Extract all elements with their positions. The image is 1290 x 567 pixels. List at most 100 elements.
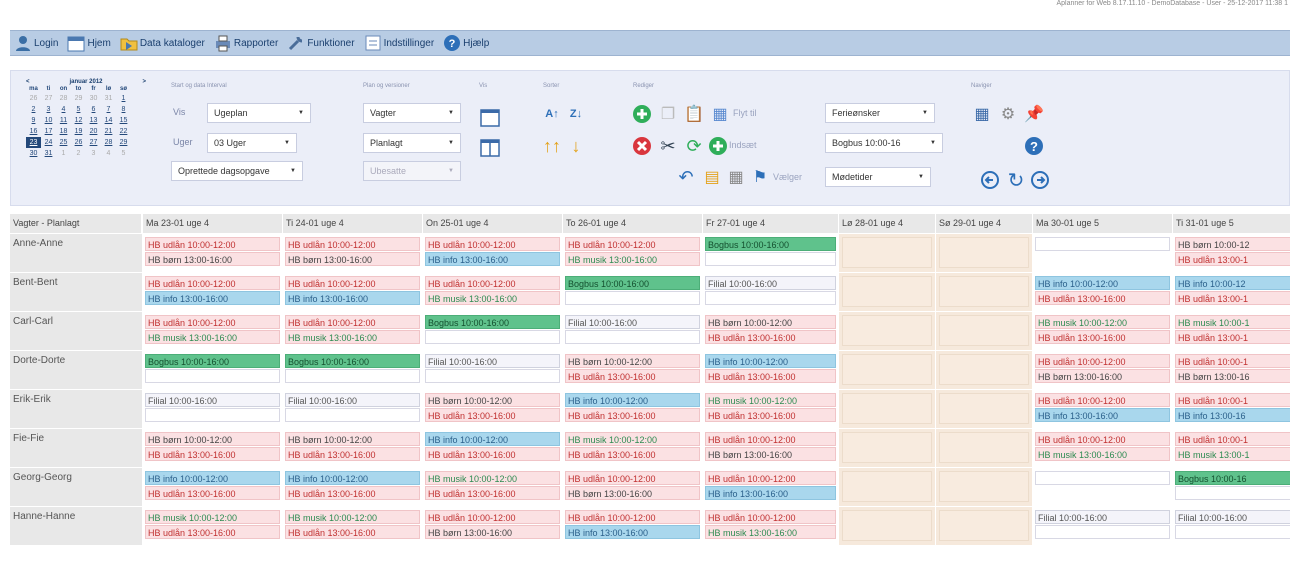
calendar-day[interactable]: 31 xyxy=(41,148,56,159)
day-header[interactable]: On 25-01 uge 4 xyxy=(423,214,563,233)
calendar-day[interactable]: 16 xyxy=(26,126,41,137)
schedule-cell[interactable]: Bogbus 10:00-16:00 xyxy=(563,273,702,312)
ferie-select[interactable]: Ferieønsker ▼ xyxy=(825,103,935,123)
schedule-cell[interactable]: HB info 10:00-12:00 HB udlån 13:00-16:00 xyxy=(563,390,702,429)
menu-item-login[interactable]: Login xyxy=(12,32,62,54)
shift-entry[interactable]: HB udlån 10:00-1 xyxy=(1175,393,1290,407)
calendar-day[interactable]: 29 xyxy=(116,137,131,148)
shift-entry[interactable]: Bogbus 10:00-16:00 xyxy=(145,354,280,368)
shift-entry[interactable]: HB børn 10:00-12:00 xyxy=(145,432,280,446)
menu-item-hjælp[interactable]: ? Hjælp xyxy=(441,32,493,54)
shift-entry[interactable]: HB udlån 13:00-16:00 xyxy=(145,525,280,539)
schedule-cell[interactable] xyxy=(839,468,935,507)
shift-entry[interactable]: HB udlån 10:00-12:00 xyxy=(705,471,836,485)
schedule-cell[interactable] xyxy=(839,429,935,468)
shift-entry[interactable]: HB info 10:00-12:00 xyxy=(425,432,560,446)
day-header[interactable]: Ti 24-01 uge 4 xyxy=(283,214,423,233)
shift-entry[interactable]: HB udlån 10:00-12:00 xyxy=(565,510,700,524)
schedule-cell[interactable] xyxy=(839,273,935,312)
empty-slot[interactable] xyxy=(145,369,280,383)
shift-entry[interactable]: HB udlån 10:00-12:00 xyxy=(705,432,836,446)
schedule-cell[interactable]: HB udlån 10:00-12:00 HB musik 13:00-16:00 xyxy=(143,312,282,351)
schedule-cell[interactable]: HB musik 10:00-12:00 HB udlån 13:00-16:00 xyxy=(283,507,422,546)
shift-entry[interactable]: HB musik 10:00-12:00 xyxy=(425,471,560,485)
shift-entry[interactable]: HB udlån 13:00-16:00 xyxy=(425,486,560,500)
schedule-cell[interactable] xyxy=(936,390,1032,429)
schedule-cell[interactable]: HB udlån 10:00-12:00 HB info 13:00-16:00 xyxy=(143,273,282,312)
shift-entry[interactable]: Filial 10:00-16:00 xyxy=(565,315,700,329)
shift-entry[interactable]: HB info 10:00-12:00 xyxy=(565,393,700,407)
shift-entry[interactable]: HB udlån 10:00-12:00 xyxy=(1035,354,1170,368)
schedule-cell[interactable]: HB børn 10:00-12:00 HB udlån 13:00-16:00 xyxy=(563,351,702,390)
calendar-day[interactable]: 19 xyxy=(71,126,86,137)
shift-entry[interactable]: HB info 13:00-16:00 xyxy=(145,291,280,305)
shift-entry[interactable]: HB udlån 13:00-16:00 xyxy=(285,525,420,539)
calendar-day[interactable]: 8 xyxy=(116,104,131,115)
shift-entry[interactable]: HB musik 13:00-16:00 xyxy=(705,525,836,539)
shift-entry[interactable]: HB musik 10:00-12:00 xyxy=(145,510,280,524)
shift-entry[interactable]: Bogbus 10:00-16 xyxy=(1175,471,1290,485)
empty-slot[interactable] xyxy=(1175,525,1290,539)
schedule-cell[interactable]: HB udlån 10:00-1 HB musik 13:00-1 xyxy=(1173,429,1290,468)
calendar-day[interactable]: 2 xyxy=(26,104,41,115)
shift-entry[interactable]: HB børn 10:00-12:00 xyxy=(705,315,836,329)
shift-entry[interactable]: HB udlån 10:00-12:00 xyxy=(285,237,420,251)
calendar-day[interactable]: 12 xyxy=(71,115,86,126)
shift-entry[interactable]: HB musik 10:00-12:00 xyxy=(565,432,700,446)
calendar-day[interactable]: 26 xyxy=(71,137,86,148)
calendar-day[interactable]: 27 xyxy=(41,93,56,104)
shift-entry[interactable]: Filial 10:00-16:00 xyxy=(145,393,280,407)
schedule-cell[interactable] xyxy=(936,468,1032,507)
calendar-day[interactable]: 1 xyxy=(56,148,71,159)
day-header[interactable]: To 26-01 uge 4 xyxy=(563,214,703,233)
shift-entry[interactable]: HB udlån 13:00-1 xyxy=(1175,330,1290,344)
menu-item-rapporter[interactable]: Rapporter xyxy=(212,32,282,54)
schedule-cell[interactable]: HB musik 10:00-12:00 HB udlån 13:00-16:00 xyxy=(423,468,562,507)
shift-entry[interactable]: HB musik 10:00-1 xyxy=(1175,315,1290,329)
menu-item-data-kataloger[interactable]: Data kataloger xyxy=(118,32,209,54)
paste-icon[interactable]: 📋 xyxy=(683,103,705,125)
calendar-day[interactable]: 14 xyxy=(101,115,116,126)
day-header[interactable]: Ti 31-01 uge 5 xyxy=(1173,214,1290,233)
schedule-cell[interactable]: HB info 10:00-12:00 HB udlån 13:00-16:00 xyxy=(1033,273,1172,312)
calendar-day[interactable]: 3 xyxy=(86,148,101,159)
menu-item-indstillinger[interactable]: Indstillinger xyxy=(362,32,439,54)
calendar-day[interactable]: 28 xyxy=(56,93,71,104)
schedule-cell[interactable] xyxy=(839,234,935,273)
shift-entry[interactable]: HB musik 13:00-16:00 xyxy=(425,291,560,305)
shift-entry[interactable]: HB udlån 13:00-16:00 xyxy=(1035,330,1170,344)
empty-slot[interactable] xyxy=(705,252,836,266)
calendar-day[interactable]: 5 xyxy=(71,104,86,115)
schedule-cell[interactable] xyxy=(839,312,935,351)
shift-entry[interactable]: HB børn 13:00-16 xyxy=(1175,369,1290,383)
shift-entry[interactable]: HB udlån 10:00-12:00 xyxy=(425,276,560,290)
shift-entry[interactable]: HB musik 10:00-12:00 xyxy=(1035,315,1170,329)
empty-slot[interactable] xyxy=(145,408,280,422)
shift-entry[interactable]: HB udlån 13:00-16:00 xyxy=(285,486,420,500)
calendar-day[interactable]: 2 xyxy=(71,148,86,159)
shift-entry[interactable]: HB info 13:00-16:00 xyxy=(1035,408,1170,422)
shift-entry[interactable]: HB børn 10:00-12:00 xyxy=(565,354,700,368)
schedule-cell[interactable]: HB musik 10:00-1 HB udlån 13:00-1 xyxy=(1173,312,1290,351)
schedule-cell[interactable]: HB udlån 10:00-1 HB børn 13:00-16 xyxy=(1173,351,1290,390)
empty-slot[interactable] xyxy=(565,291,700,305)
schedule-cell[interactable] xyxy=(1033,468,1172,507)
calendar-next-button[interactable]: > xyxy=(142,79,146,85)
schedule-cell[interactable] xyxy=(936,234,1032,273)
schedule-cell[interactable] xyxy=(936,312,1032,351)
bogbus-select[interactable]: Bogbus 10:00-16 ▼ xyxy=(825,133,943,153)
split-view-icon[interactable] xyxy=(479,137,501,159)
shift-entry[interactable]: HB info 10:00-12:00 xyxy=(705,354,836,368)
shift-entry[interactable]: HB børn 10:00-12:00 xyxy=(285,432,420,446)
schedule-cell[interactable]: HB børn 10:00-12:00 HB udlån 13:00-16:00 xyxy=(283,429,422,468)
sort-za-icon[interactable]: Z↓ xyxy=(565,103,587,125)
employee-name[interactable]: Fie-Fie xyxy=(10,429,142,468)
add-icon[interactable] xyxy=(631,103,653,125)
calendar-day[interactable]: 4 xyxy=(101,148,116,159)
schedule-cell[interactable]: HB info 10:00-12:00 HB udlån 13:00-16:00 xyxy=(423,429,562,468)
schedule-cell[interactable]: HB udlån 10:00-12:00 HB børn 13:00-16:00 xyxy=(703,429,838,468)
question-icon[interactable]: ? xyxy=(1023,135,1045,157)
shift-entry[interactable]: HB udlån 13:00-16:00 xyxy=(565,369,700,383)
schedule-cell[interactable]: HB udlån 10:00-12:00 HB musik 13:00-16:00 xyxy=(563,234,702,273)
schedule-cell[interactable]: HB udlån 10:00-1 HB info 13:00-16 xyxy=(1173,390,1290,429)
